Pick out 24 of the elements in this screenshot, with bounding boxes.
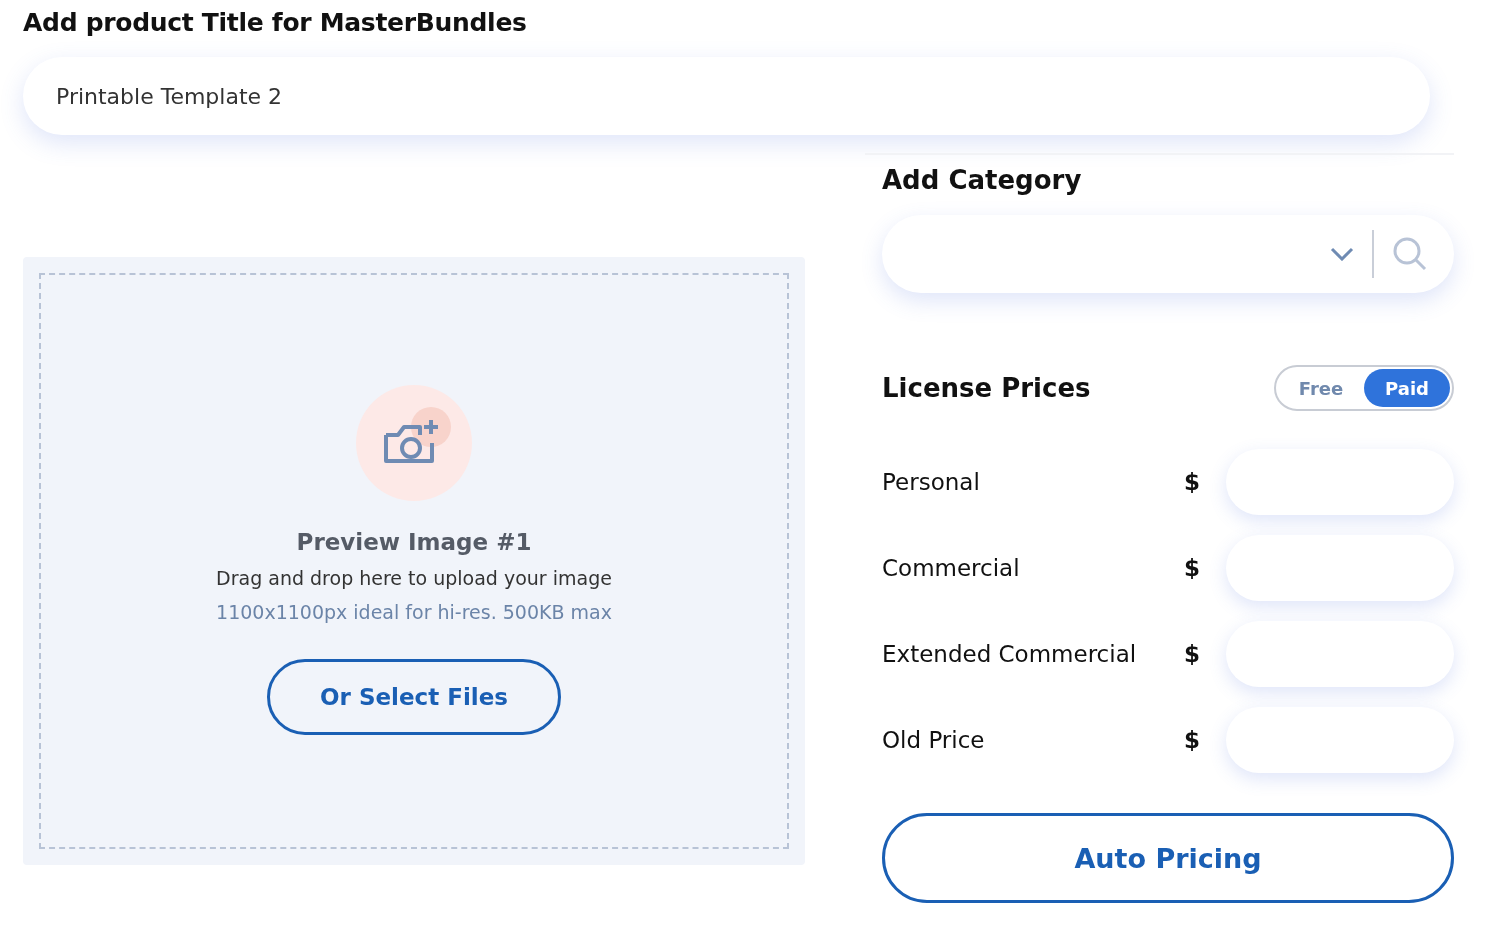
license-label: Personal: [882, 469, 981, 495]
preview-image-title: Preview Image #1: [296, 529, 532, 555]
upload-hint: 1100x1100px ideal for hi-res. 500KB max: [216, 601, 612, 623]
auto-pricing-button[interactable]: Auto Pricing: [882, 813, 1454, 903]
currency-symbol: $: [1184, 555, 1201, 581]
license-option[interactable]: Paid: [1364, 369, 1450, 407]
search-icon[interactable]: [1392, 236, 1428, 272]
add-photo-icon: [356, 385, 472, 501]
category-heading: Add Category: [882, 165, 1083, 195]
license-prices-heading: License Prices: [882, 373, 1091, 403]
license-label: Extended Commercial: [882, 641, 1138, 667]
currency-symbol: $: [1184, 727, 1201, 753]
currency-symbol: $: [1184, 469, 1201, 495]
title-input-field[interactable]: Printable Template 2: [23, 57, 1430, 135]
currency-symbol: $: [1184, 641, 1201, 667]
upload-dropzone[interactable]: Preview Image #1 Drag and drop here to upload your image 1100x1100px ideal for hi-res. 500KB max Or Select Files: [23, 257, 805, 865]
select-files-button[interactable]: Or Select Files: [267, 659, 561, 735]
license-label: Old Price: [882, 727, 986, 753]
upload-instruction: Drag and drop here to upload your image: [216, 567, 612, 589]
license-option[interactable]: Free: [1278, 369, 1364, 407]
title-heading: Add product Title for MasterBundles: [23, 8, 528, 37]
chevron-down-icon: [1330, 247, 1354, 261]
free-paid-toggle[interactable]: Free Paid: [1274, 365, 1454, 411]
license-label: Commercial: [882, 555, 1021, 581]
